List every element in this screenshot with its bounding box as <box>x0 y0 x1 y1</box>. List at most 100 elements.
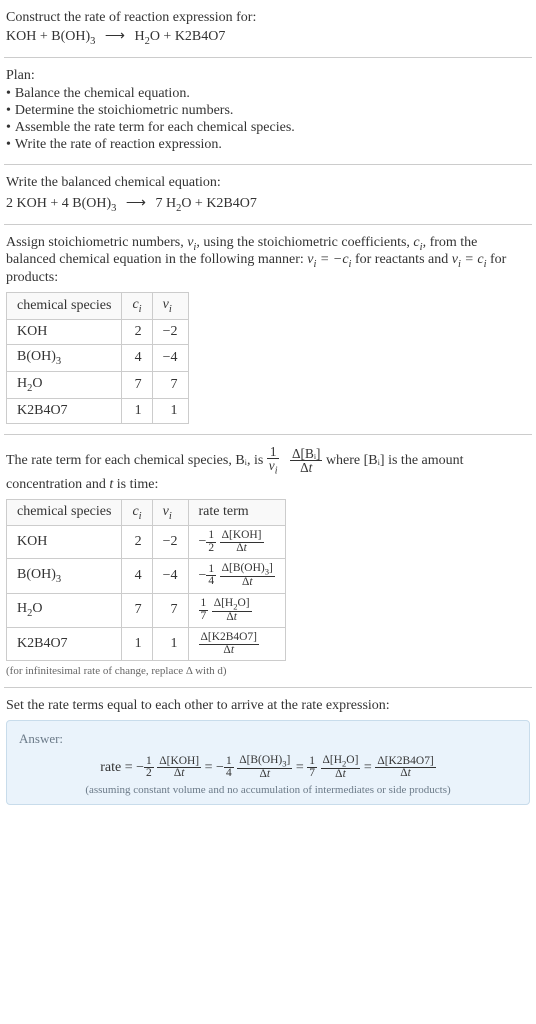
balanced-section: Write the balanced chemical equation: 2 … <box>4 169 532 220</box>
answer-equation: rate = −12 Δ[KOH]Δt = −14 Δ[B(OH)3]Δt = … <box>19 755 517 780</box>
plan-item: •Determine the stoichiometric numbers. <box>6 103 530 119</box>
fraction: Δ[H2O]Δt <box>321 755 361 780</box>
reaction-arrow-icon: ⟶ <box>105 28 125 45</box>
table-row: K2B4O7 1 1 Δ[K2B4O7]Δt <box>7 628 286 661</box>
cell-species: H2O <box>7 593 122 627</box>
frac-num: Δ[H2O] <box>212 598 252 612</box>
cell-c: 1 <box>122 628 152 661</box>
cell-c: 4 <box>122 344 152 371</box>
cell-c: 4 <box>122 559 152 593</box>
frac-den: Δt <box>220 577 275 588</box>
bullet-icon: • <box>6 120 11 135</box>
eq-rhs: H2O + K2B4O7 <box>134 29 225 44</box>
plan-item-text: Assemble the rate term for each chemical… <box>15 120 295 135</box>
rate-label: rate = <box>100 760 136 775</box>
cell-rate-term: 17 Δ[H2O]Δt <box>188 593 285 627</box>
plan-section: Plan: • Balance the chemical equation. •D… <box>4 62 532 160</box>
cell-nu: −2 <box>152 526 188 559</box>
text: The rate term for each chemical species,… <box>6 453 267 468</box>
prompt-section: Construct the rate of reaction expressio… <box>4 4 532 53</box>
cell-rate-term: Δ[K2B4O7]Δt <box>188 628 285 661</box>
col-rate-term: rate term <box>188 499 285 526</box>
rate-term-section: The rate term for each chemical species,… <box>4 439 532 683</box>
fraction: Δ[B(OH)3]Δt <box>220 563 275 588</box>
frac-den: Δt <box>212 612 252 623</box>
fraction: 14 <box>206 564 216 588</box>
fraction: Δ[KOH]Δt <box>220 530 264 554</box>
answer-label: Answer: <box>19 731 517 747</box>
plan-heading: Plan: <box>6 68 530 84</box>
cell-c: 2 <box>122 526 152 559</box>
plan-item: • Balance the chemical equation. <box>6 86 530 102</box>
final-section: Set the rate terms equal to each other t… <box>4 692 532 811</box>
frac-den: 7 <box>307 768 317 779</box>
fraction: 17 <box>199 598 209 622</box>
frac-num: Δ[H2O] <box>321 755 361 769</box>
rate-table: chemical species ci νi rate term KOH 2 −… <box>6 499 286 662</box>
table-row: H2O 7 7 17 Δ[H2O]Δt <box>7 593 286 627</box>
relation-reactant: νi = −ci <box>307 252 351 267</box>
frac-den: Δt <box>237 769 292 780</box>
fraction: Δ[Bᵢ]Δt <box>290 447 322 475</box>
plan-item: • Write the rate of reaction expression. <box>6 137 530 153</box>
frac-den: 4 <box>206 576 216 587</box>
text: Assign stoichiometric numbers, <box>6 235 187 250</box>
frac-num: Δ[K2B4O7] <box>199 632 259 644</box>
fraction: Δ[KOH]Δt <box>157 756 201 780</box>
cell-species: KOH <box>7 319 122 344</box>
plan-item-text: Balance the chemical equation. <box>15 86 190 101</box>
cell-nu: −4 <box>152 344 188 371</box>
fraction: Δ[K2B4O7]Δt <box>375 756 435 780</box>
frac-den: νi <box>267 459 280 477</box>
col-species: chemical species <box>7 293 122 320</box>
fraction: 14 <box>224 756 234 780</box>
frac-den: Δt <box>290 461 322 474</box>
sign: − <box>199 568 207 583</box>
balanced-intro: Write the balanced chemical equation: <box>6 175 530 191</box>
eq-lhs: KOH + B(OH)3 <box>6 29 95 44</box>
col-nu: νi <box>152 499 188 526</box>
sign: − <box>136 760 144 775</box>
frac-den: Δt <box>375 768 435 779</box>
balanced-equation: 2 KOH + 4 B(OH)3 ⟶ 7 H2O + K2B4O7 <box>6 195 530 214</box>
col-nu: νi <box>152 293 188 320</box>
plan-item-text: Write the rate of reaction expression. <box>15 137 222 152</box>
col-c: ci <box>122 499 152 526</box>
rate-table-note: (for infinitesimal rate of change, repla… <box>6 665 530 677</box>
bullet-icon: • <box>6 103 11 118</box>
fraction: 1νi <box>267 445 280 477</box>
eq-sign: = <box>296 760 307 775</box>
cell-rate-term: −14 Δ[B(OH)3]Δt <box>188 559 285 593</box>
cell-species: B(OH)3 <box>7 344 122 371</box>
divider <box>4 434 532 435</box>
bullet-icon: • <box>6 137 11 152</box>
unbalanced-equation: KOH + B(OH)3 ⟶ H2O + K2B4O7 <box>6 28 530 47</box>
cell-nu: 1 <box>152 628 188 661</box>
frac-num: 1 <box>199 598 209 610</box>
cell-rate-term: −12 Δ[KOH]Δt <box>188 526 285 559</box>
balanced-rhs: 7 H2O + K2B4O7 <box>155 196 256 211</box>
frac-den: 2 <box>144 768 154 779</box>
cell-nu: −4 <box>152 559 188 593</box>
eq-sign: = <box>364 760 375 775</box>
prompt-text: Construct the rate of reaction expressio… <box>6 10 530 26</box>
bullet-icon: • <box>6 86 11 101</box>
frac-num: Δ[KOH] <box>220 530 264 542</box>
text: for reactants and <box>351 252 451 267</box>
fraction: Δ[B(OH)3]Δt <box>237 755 292 780</box>
plan-item: • Assemble the rate term for each chemica… <box>6 120 530 136</box>
frac-num: Δ[Bᵢ] <box>290 447 322 461</box>
nu-symbol: νi <box>187 235 196 250</box>
cell-species: K2B4O7 <box>7 628 122 661</box>
frac-den: 4 <box>224 768 234 779</box>
stoich-table: chemical species ci νi KOH2−2 B(OH)34−4 … <box>6 292 189 423</box>
frac-den: Δt <box>220 543 264 554</box>
cell-nu: 1 <box>152 398 188 423</box>
frac-den: Δt <box>199 645 259 656</box>
table-row: KOH2−2 <box>7 319 189 344</box>
text: is time: <box>113 477 158 492</box>
answer-box: Answer: rate = −12 Δ[KOH]Δt = −14 Δ[B(OH… <box>6 720 530 805</box>
frac-num: 1 <box>206 530 216 542</box>
stoich-section: Assign stoichiometric numbers, νi, using… <box>4 229 532 430</box>
relation-product: νi = ci <box>452 252 487 267</box>
